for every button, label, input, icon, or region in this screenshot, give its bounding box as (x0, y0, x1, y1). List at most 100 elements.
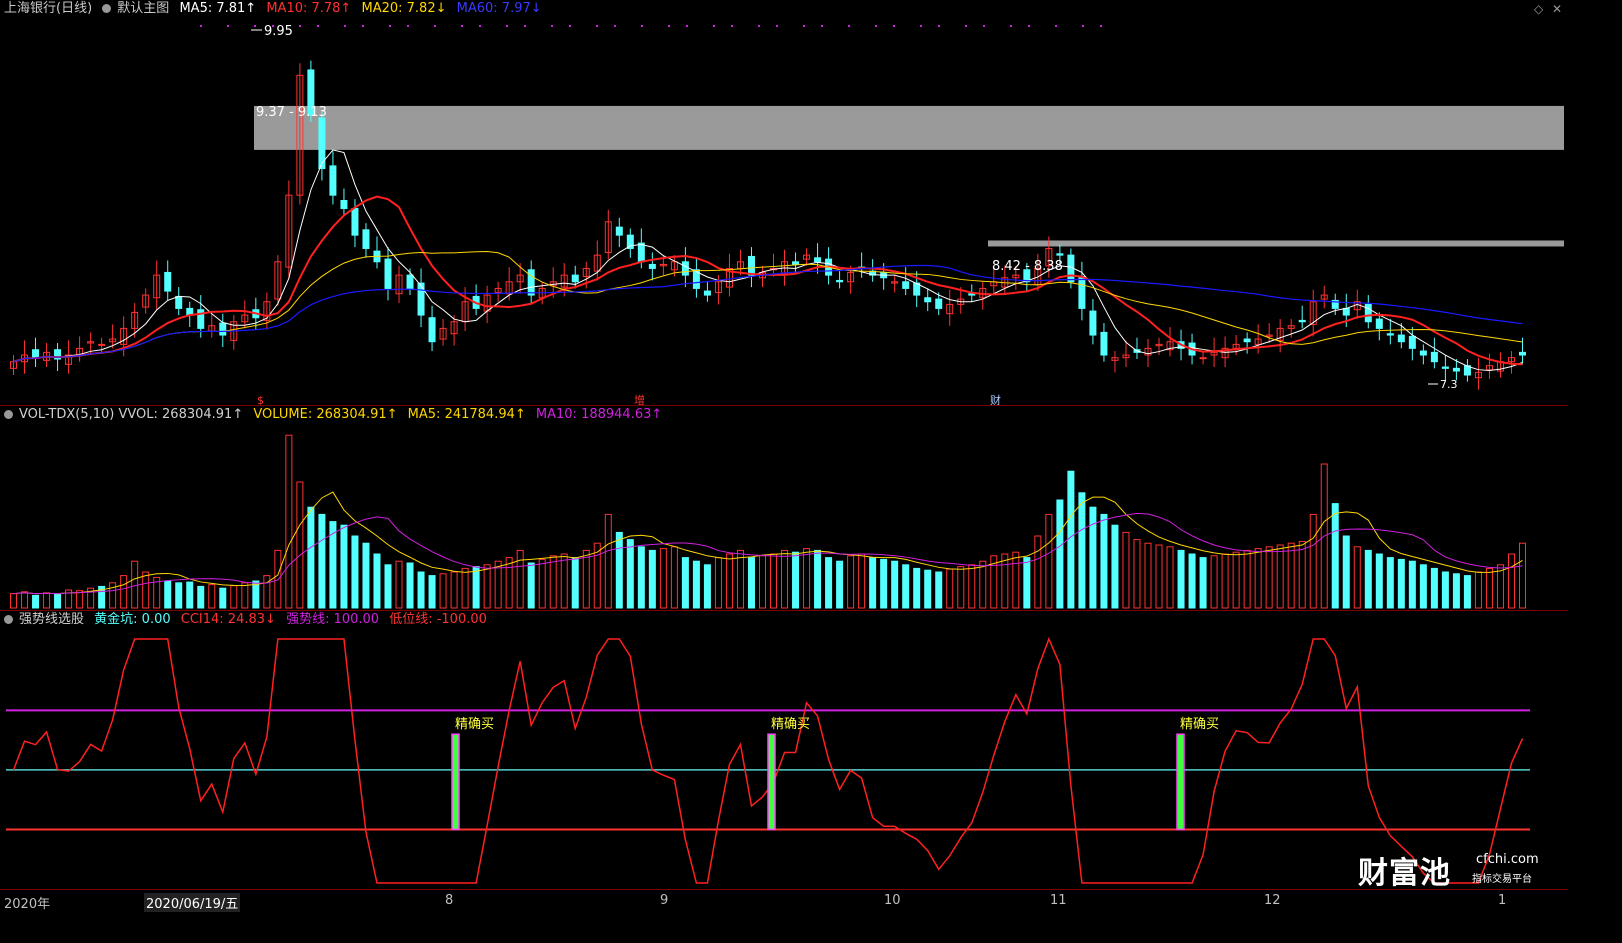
signal-dot (1010, 25, 1012, 27)
candle-body (792, 261, 800, 265)
candle-body (747, 255, 755, 276)
volume-bar (428, 575, 436, 609)
volume-bar (175, 582, 183, 609)
signal-dot (317, 25, 319, 27)
volume-bar (1045, 513, 1053, 609)
volume-bar (241, 582, 249, 609)
volume-bar (1353, 546, 1361, 609)
volume-bar (1441, 571, 1449, 609)
buy-signal-label: 精确买 (455, 717, 494, 732)
signal-dot (506, 25, 508, 27)
signal-dot (758, 25, 760, 27)
month-label: 9 (660, 893, 669, 908)
price-chart[interactable]: 9.95 9.37 - 9.13 8.42 - 8.38 7.3 $ 增 财 (0, 0, 1568, 405)
volume-bar (1166, 546, 1174, 609)
volume-bar (21, 591, 29, 609)
volume-bar (450, 571, 458, 609)
candle-body (1298, 319, 1306, 323)
volume-chart[interactable] (0, 406, 1568, 610)
volume-bar (373, 553, 381, 609)
volume-bar (549, 555, 557, 609)
volume-bar (1518, 542, 1526, 609)
signal-dot (362, 25, 364, 27)
volume-bar (1408, 560, 1416, 609)
volume-bar (43, 592, 51, 609)
volume-bar (120, 575, 128, 609)
volume-bar (472, 566, 480, 609)
candle-body (219, 322, 227, 336)
candle-body (1441, 366, 1449, 369)
volume-bar (142, 571, 150, 609)
volume-bar (1342, 535, 1350, 609)
volume-bar (1056, 499, 1064, 609)
candle-body (935, 298, 943, 309)
volume-bar (1100, 513, 1108, 609)
volume-bar (186, 581, 194, 609)
indicator-chart[interactable]: 精确买 精确买 精确买 (0, 611, 1568, 889)
volume-bar (770, 553, 778, 609)
volume-bar (406, 562, 414, 609)
brand-name: 财富池 (1358, 856, 1451, 891)
signal-dot (551, 25, 553, 27)
volume-bar (891, 560, 899, 609)
cursor-date: 2020/06/19/五 (144, 893, 241, 912)
signal-dot (920, 25, 922, 27)
price-panel[interactable]: 上海银行(日线) 默认主图 MA5: 7.81↑ MA10: 7.78↑ MA2… (0, 0, 1568, 405)
volume-bar (913, 567, 921, 609)
candle-body (681, 261, 689, 276)
volume-bar (703, 564, 711, 609)
candle-body (329, 165, 337, 196)
gap-range-label: 9.37 - 9.13 (256, 105, 327, 120)
candle-body (164, 271, 172, 292)
low-price-label: 7.3 (1440, 378, 1458, 391)
volume-bar (692, 560, 700, 609)
volume-bar (1386, 557, 1394, 609)
volume-bar (230, 585, 238, 609)
month-label: 12 (1264, 893, 1281, 908)
candle-body (351, 208, 359, 236)
candle-body (968, 293, 976, 296)
volume-bar (858, 553, 866, 609)
volume-bar (725, 553, 733, 609)
volume-bar (880, 558, 888, 609)
buy-signal-label: 精确买 (771, 717, 810, 732)
date-axis: 2020年 2020/06/19/五 8 9 10 11 12 1 (0, 889, 1568, 913)
volume-bar (1232, 551, 1240, 609)
signal-dot (479, 25, 481, 27)
volume-bar (626, 539, 634, 609)
volume-bar (1067, 470, 1075, 609)
volume-bar (395, 560, 403, 609)
candle-body (32, 349, 40, 359)
signal-dot (1028, 25, 1030, 27)
signal-dot (614, 25, 616, 27)
candle-body (648, 263, 656, 269)
brand-logo: 财富池 cfchi.com 指标交易平台 (1358, 848, 1539, 891)
volume-bar (637, 546, 645, 609)
gap-zone (988, 240, 1564, 247)
volume-bar (836, 560, 844, 609)
volume-bar (1265, 546, 1273, 609)
signal-dot (848, 25, 850, 27)
volume-bar (1199, 557, 1207, 609)
volume-bar (946, 568, 954, 609)
volume-bar (1034, 535, 1042, 609)
candle-body (902, 281, 910, 289)
volume-bar (527, 562, 535, 609)
candle-body (836, 279, 844, 283)
candle-body (362, 229, 370, 249)
volume-panel[interactable]: VOL-TDX(5,10) VVOL: 268304.91↑ VOLUME: 2… (0, 406, 1568, 610)
volume-bar (296, 481, 304, 609)
indicator-panel[interactable]: 强势线选股 黄金坑: 0.00 CCI14: 24.83↓ 强势线: 100.0… (0, 611, 1568, 889)
volume-bar (1243, 549, 1251, 609)
signal-dot (668, 25, 670, 27)
volume-bar (814, 549, 822, 609)
volume-bar (659, 548, 667, 609)
volume-bar (979, 560, 987, 609)
candle-body (1364, 303, 1372, 323)
volume-bar (792, 551, 800, 609)
volume-bar (417, 571, 425, 609)
ma5-line (13, 149, 1523, 371)
month-label: 8 (445, 893, 454, 908)
candle-body (924, 297, 932, 303)
signal-dot (731, 25, 733, 27)
